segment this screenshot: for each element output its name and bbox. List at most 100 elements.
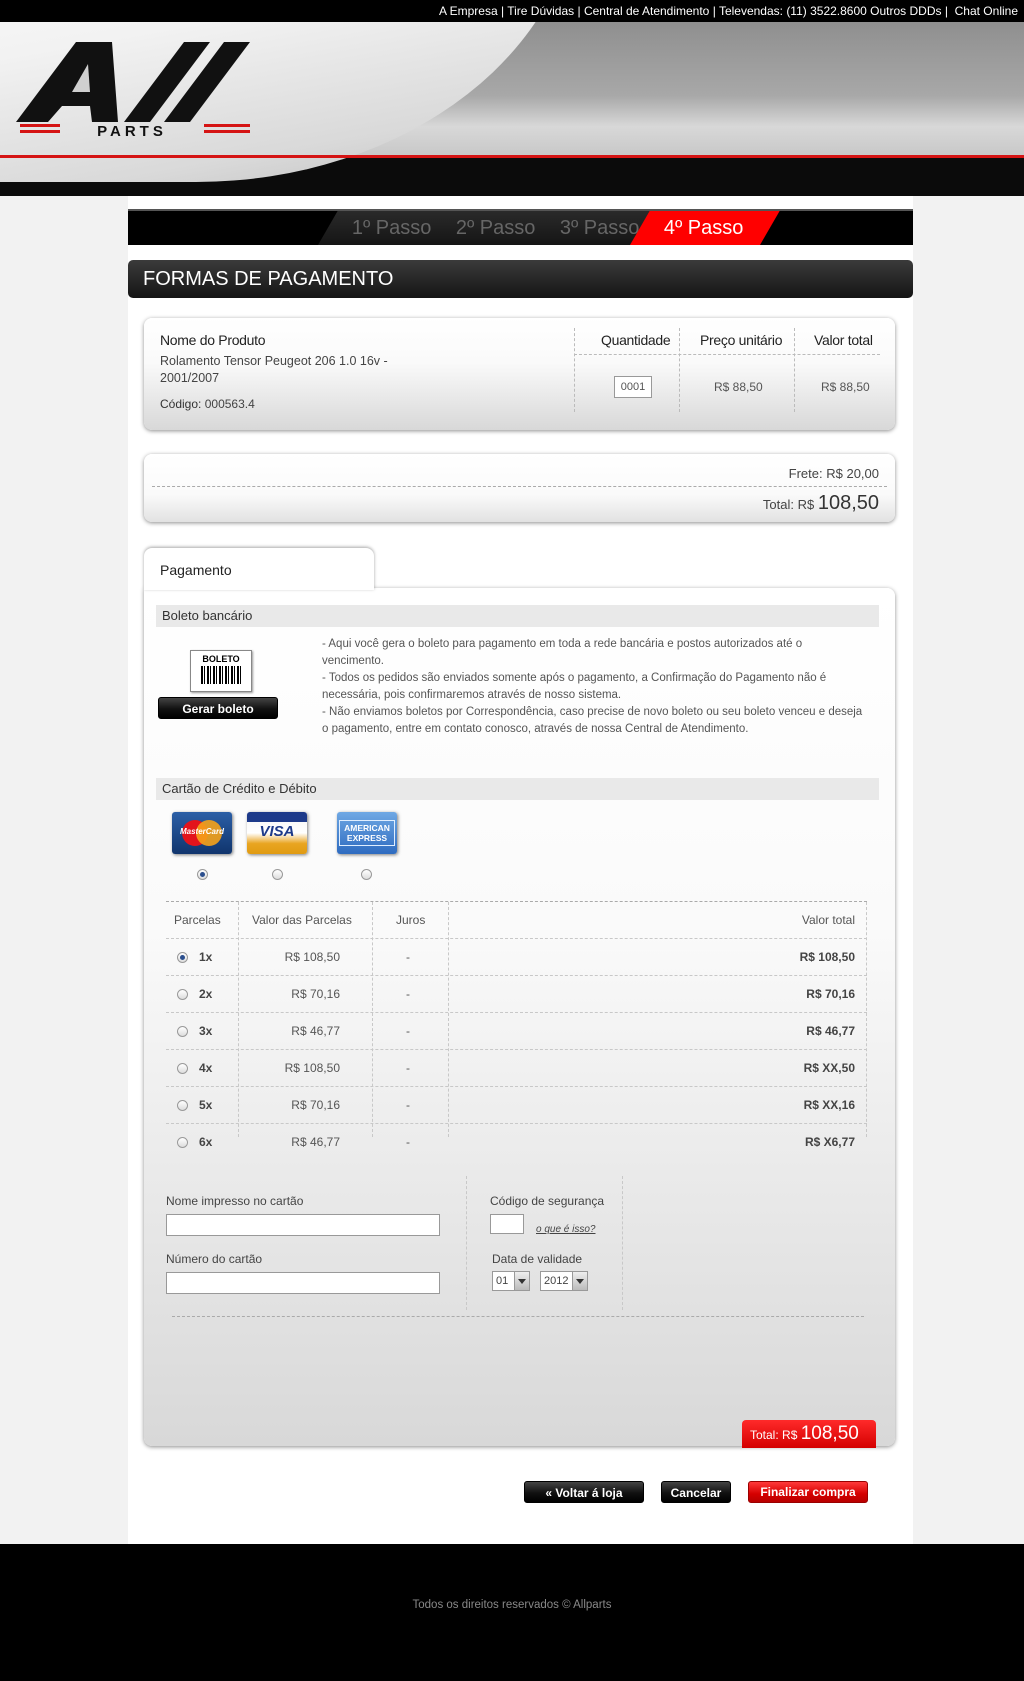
col-header-juros: Juros [396,913,426,927]
site-footer: Todos os direitos reservados © Allparts [0,1544,1024,1681]
installment-juros: - [406,1061,410,1075]
amex-label: AMERICAN EXPRESS [339,820,395,846]
installment-row-2x[interactable]: 2x R$ 70,16 - R$ 70,16 [166,976,867,1013]
radio-installment-5x[interactable] [177,1100,188,1111]
installment-value: R$ 70,16 [291,1098,340,1112]
boleto-info: - Aqui você gera o boleto para pagamento… [322,636,867,738]
step-4-active[interactable]: 4º Passo [630,211,780,245]
installment-row-6x[interactable]: 6x R$ 46,77 - R$ X6,77 [166,1124,867,1161]
allparts-logo[interactable]: PARTS [14,40,274,140]
col-header-unit: Preço unitário [700,332,783,348]
installment-value: R$ 70,16 [291,987,340,1001]
expiry-label: Data de validade [492,1252,583,1266]
form-bottom-divider [172,1316,864,1317]
product-name[interactable]: Rolamento Tensor Peugeot 206 1.0 16v - 2… [160,353,400,387]
installment-count: 1x [199,950,213,964]
visa-label: VISA [259,823,295,840]
boleto-heading: Boleto bancário [156,605,879,627]
link-central[interactable]: Central de Atendimento [584,4,709,18]
installment-juros: - [406,1098,410,1112]
expiry-month-value: 01 [496,1275,509,1287]
installment-value: R$ 108,50 [284,1061,340,1075]
form-divider [622,1176,623,1310]
installment-total: R$ XX,50 [803,1061,855,1075]
copyright-text: Todos os direitos reservados © Allparts [412,1599,612,1611]
visa-logo[interactable]: VISA [247,812,307,854]
card-name-label: Nome impresso no cartão [166,1194,304,1208]
installment-row-5x[interactable]: 5x R$ 70,16 - R$ XX,16 [166,1087,867,1124]
form-divider [466,1176,467,1310]
installment-row-4x[interactable]: 4x R$ 108,50 - R$ XX,50 [166,1050,867,1087]
amex-logo[interactable]: AMERICAN EXPRESS [337,812,397,854]
chevron-down-icon [514,1272,529,1290]
summary-divider [152,486,887,487]
radio-visa[interactable] [272,869,283,880]
boleto-info-line: - Não enviamos boletos por Correspondênc… [322,706,863,735]
installment-juros: - [406,1024,410,1038]
boleto-icon-label: BOLETO [202,654,240,664]
checkout-steps: 1º Passo 2º Passo 3º Passo 4º Passo [128,209,913,245]
link-chat-online[interactable]: Chat Online [955,4,1018,18]
radio-installment-1x[interactable] [177,952,188,963]
mastercard-logo[interactable]: MasterCard [172,812,232,854]
installment-count: 4x [199,1061,213,1075]
header-divider [574,354,880,355]
radio-installment-4x[interactable] [177,1063,188,1074]
col-header-qty: Quantidade [601,332,671,348]
tab-pagamento[interactable]: Pagamento [144,548,374,590]
expiry-year-select[interactable]: 2012 [540,1271,588,1291]
radio-installment-2x[interactable] [177,989,188,1000]
installment-value: R$ 46,77 [291,1024,340,1038]
total-value: 108,50 [817,492,879,514]
payment-total-label: Total: [750,1428,779,1442]
shipping-cost: Frete: R$ 20,00 [789,466,879,481]
cancel-button[interactable]: Cancelar [661,1481,731,1503]
cvv-label: Código de segurança [490,1194,605,1208]
radio-installment-3x[interactable] [177,1026,188,1037]
item-total: R$ 88,50 [821,380,870,394]
card-name-input[interactable] [166,1214,440,1236]
installment-count: 2x [199,987,213,1001]
back-to-store-button[interactable]: « Voltar á loja [524,1481,644,1503]
table-top-border [166,901,867,902]
visa-band [247,812,307,822]
installment-total: R$ 46,77 [806,1024,855,1038]
radio-mastercard[interactable] [197,869,208,880]
installment-row-1x[interactable]: 1x R$ 108,50 - R$ 108,50 [166,939,867,976]
quantity-input[interactable]: 0001 [614,376,652,398]
payment-panel: Boleto bancário BOLETO Gerar boleto - Aq… [144,588,895,1448]
card-number-input[interactable] [166,1272,440,1294]
top-bar: A Empresa | Tire Dúvidas | Central de At… [0,0,1024,22]
col-divider [794,328,795,412]
cvv-help-link[interactable]: o que é isso? [536,1224,596,1235]
page-title: FORMAS DE PAGAMENTO [128,260,913,298]
order-summary: Frete: R$ 20,00 Total: R$ 108,50 [144,454,895,522]
total-label: Total: [762,497,794,512]
total-currency: R$ [797,497,815,512]
product-code: Código: 000563.4 [160,397,255,411]
product-code-value: 000563.4 [204,397,255,411]
cvv-input[interactable] [490,1214,524,1234]
boleto-info-line: - Aqui você gera o boleto para pagamento… [322,638,803,667]
installment-row-3x[interactable]: 3x R$ 46,77 - R$ 46,77 [166,1013,867,1050]
installment-total: R$ 108,50 [799,950,855,964]
radio-installment-6x[interactable] [177,1137,188,1148]
col-header-valor-parcelas: Valor das Parcelas [252,913,352,927]
logo-subtext: PARTS [97,123,167,140]
installment-juros: - [406,1135,410,1149]
installment-count: 3x [199,1024,213,1038]
main-content: 1º Passo 2º Passo 3º Passo 4º Passo FORM… [128,196,913,1544]
col-header-valor-total: Valor total [801,913,855,927]
link-empresa[interactable]: A Empresa [439,4,498,18]
finish-purchase-button[interactable]: Finalizar compra [748,1481,868,1503]
product-code-label: Código: [160,397,202,411]
link-tire-duvidas[interactable]: Tire Dúvidas [507,4,574,18]
radio-amex[interactable] [361,869,372,880]
expiry-month-select[interactable]: 01 [492,1271,530,1291]
barcode-icon [201,666,241,684]
card-number-label: Número do cartão [166,1252,263,1266]
generate-boleto-button[interactable]: Gerar boleto [158,697,278,719]
payment-total-currency: R$ [782,1428,798,1442]
col-divider [679,328,680,412]
installment-count: 5x [199,1098,213,1112]
